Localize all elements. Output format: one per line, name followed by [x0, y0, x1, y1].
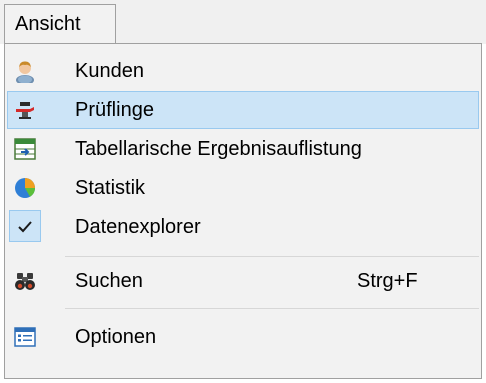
shortcut-label: Strg+F	[357, 270, 418, 292]
menu-item-optionen[interactable]: Optionen	[7, 318, 479, 356]
menu-item-label: Kunden	[75, 60, 144, 82]
table-results-icon	[14, 138, 36, 160]
menu-item-label: Optionen	[75, 326, 157, 348]
menu-item-label: Tabellarische Ergebnisauflistung	[75, 138, 362, 160]
pie-chart-icon	[15, 178, 36, 198]
binoculars-icon	[15, 273, 35, 290]
options-icon	[14, 327, 36, 347]
menu-item-datenexplorer[interactable]: Datenexplorer	[7, 208, 479, 246]
menu-item-label: Prüflinge	[75, 99, 154, 121]
dropdown-menu: Kunden Prüflinge Tabellarische Ergebnisa…	[4, 43, 482, 379]
menu-item-label: Suchen	[75, 270, 143, 292]
user-icon	[16, 61, 34, 83]
menu-item-label: Datenexplorer	[75, 216, 201, 238]
menu-item-label: Statistik	[75, 177, 146, 199]
menu-item-kunden[interactable]: Kunden	[7, 52, 479, 90]
menu-item-statistik[interactable]: Statistik	[7, 169, 479, 207]
menu-item-suchen[interactable]: Suchen Strg+F	[7, 262, 479, 300]
menu-item-tabellarische-ergebnisauflistung[interactable]: Tabellarische Ergebnisauflistung	[7, 130, 479, 168]
menu-ansicht[interactable]: Ansicht	[4, 4, 116, 44]
menu-item-prueflinge[interactable]: Prüflinge	[7, 91, 479, 129]
menu-bar: Ansicht	[0, 0, 486, 44]
test-object-icon	[16, 102, 34, 119]
menu-separator	[65, 308, 479, 309]
checkmark-icon	[18, 221, 32, 233]
menu-separator	[65, 256, 479, 257]
